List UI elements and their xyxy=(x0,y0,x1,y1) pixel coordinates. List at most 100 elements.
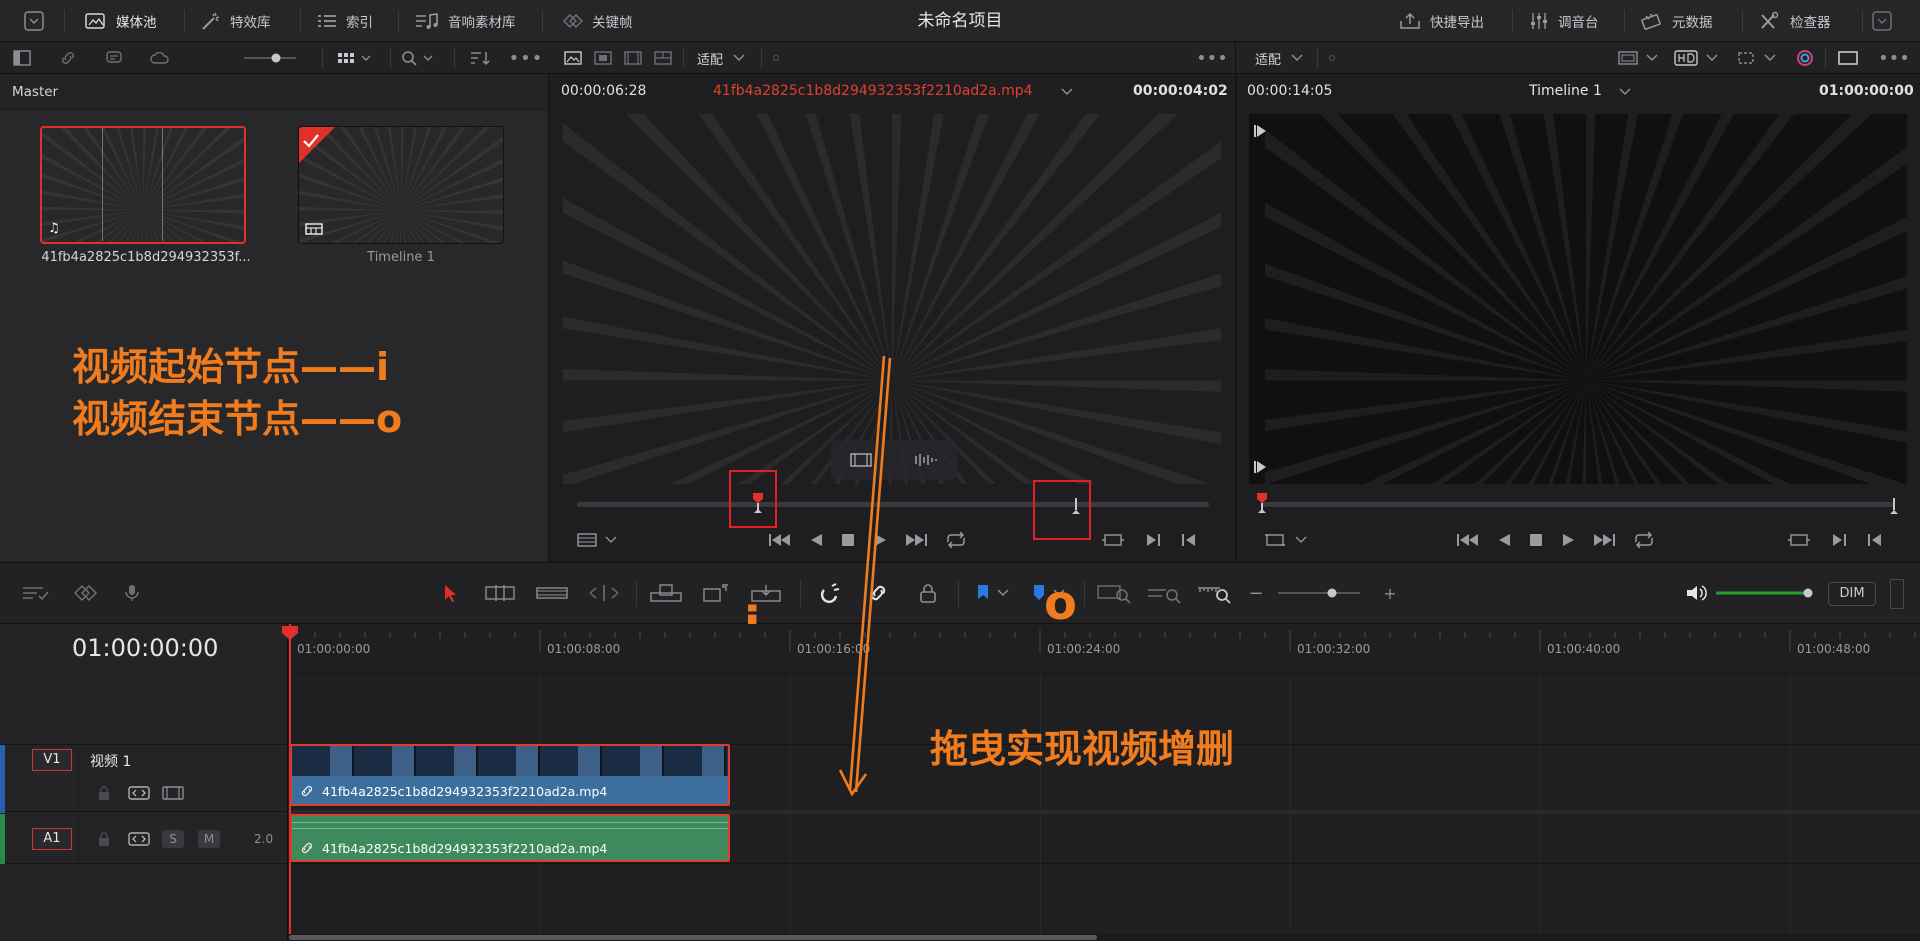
options-menu-button[interactable] xyxy=(1872,0,1892,42)
track-name-v1[interactable]: 视频 1 xyxy=(90,751,131,771)
dynamic-trim-button[interactable] xyxy=(532,577,572,609)
skip-to-start-icon[interactable] xyxy=(1455,532,1481,548)
auto-select-icon[interactable] xyxy=(128,831,150,847)
chevron-down-icon[interactable] xyxy=(1619,88,1631,96)
blade-tool-button[interactable] xyxy=(584,577,624,609)
timeline-scrollbar-thumb[interactable] xyxy=(289,935,1097,940)
multicam-icon[interactable] xyxy=(651,42,675,74)
loop-icon[interactable] xyxy=(943,532,969,548)
more-options-icon[interactable]: ••• xyxy=(1195,42,1229,74)
lock-icon[interactable] xyxy=(96,785,112,801)
first-frame-icon[interactable] xyxy=(1253,124,1267,138)
sound-library-tab[interactable]: 音响素材库 xyxy=(414,0,516,42)
link-clips-button[interactable] xyxy=(54,42,82,74)
track-id-a1[interactable]: A1 xyxy=(32,828,72,850)
subtitle-button[interactable] xyxy=(100,42,128,74)
mark-in-icon[interactable] xyxy=(1181,532,1197,548)
media-pool-tab[interactable]: 媒体池 xyxy=(84,0,157,42)
skip-to-start-icon[interactable] xyxy=(767,532,793,548)
transform-dropdown[interactable] xyxy=(1731,42,1781,74)
playhead-marker-icon[interactable] xyxy=(1255,491,1269,519)
match-frame-icon[interactable] xyxy=(1787,532,1811,548)
timeline-toolbar: − + DIM i o xyxy=(0,562,1920,649)
audio-clip[interactable]: 41fb4a2825c1b8d294932353f2210ad2a.mp4 xyxy=(290,814,730,862)
playback-quality-dropdown[interactable] xyxy=(1669,42,1723,74)
effects-tab[interactable]: 特效库 xyxy=(200,0,271,42)
thumbnail-size-slider[interactable] xyxy=(238,42,302,74)
position-lock-button[interactable] xyxy=(912,577,944,609)
zoom-detail-button[interactable] xyxy=(1144,577,1184,609)
color-wheel-button[interactable] xyxy=(1793,42,1817,74)
quick-export-button[interactable]: 快捷导出 xyxy=(1398,0,1484,42)
source-zoom-dropdown[interactable]: 适配 xyxy=(689,42,753,74)
safe-area-icon[interactable] xyxy=(591,42,615,74)
track-id-v1[interactable]: V1 xyxy=(32,749,72,771)
media-clip-thumbnail[interactable]: ♫ xyxy=(40,126,246,244)
program-timeline-name[interactable]: Timeline 1 xyxy=(1529,83,1602,99)
program-view-mode[interactable] xyxy=(1265,532,1307,548)
mark-in-icon[interactable] xyxy=(1867,532,1883,548)
zoom-in-icon[interactable]: + xyxy=(1380,577,1400,609)
grid-view-button[interactable] xyxy=(334,42,378,74)
match-frame-icon[interactable] xyxy=(1101,532,1125,548)
search-button[interactable] xyxy=(398,42,442,74)
timeline-playhead[interactable] xyxy=(289,624,291,936)
more-options-icon[interactable]: ••• xyxy=(508,42,544,74)
insert-clip-button[interactable] xyxy=(646,577,686,609)
track-visibility-icon[interactable] xyxy=(162,785,184,801)
loop-icon[interactable] xyxy=(1631,532,1657,548)
mark-out-icon[interactable] xyxy=(1145,532,1161,548)
play-reverse-icon[interactable] xyxy=(1495,532,1513,548)
video-clip[interactable]: 41fb4a2825c1b8d294932353f2210ad2a.mp4 xyxy=(290,744,730,806)
chevron-down-icon[interactable] xyxy=(1061,88,1073,96)
stop-icon[interactable] xyxy=(1527,532,1545,548)
auto-select-icon[interactable] xyxy=(128,785,150,801)
workspace-menu-button[interactable] xyxy=(24,0,44,42)
last-frame-icon[interactable] xyxy=(1253,460,1267,474)
solo-button[interactable]: S xyxy=(162,830,184,848)
toggle-bin-list-button[interactable] xyxy=(8,42,36,74)
dim-button[interactable]: DIM xyxy=(1828,582,1876,606)
selection-tool-button[interactable] xyxy=(436,577,464,609)
lock-icon[interactable] xyxy=(96,831,112,847)
flag-dropdown[interactable] xyxy=(970,577,1014,609)
source-clip-name[interactable]: 41fb4a2825c1b8d294932353f2210ad2a.mp4 xyxy=(713,83,1033,99)
zoom-out-icon[interactable]: − xyxy=(1246,577,1266,609)
timeline-thumbnail[interactable] xyxy=(298,126,504,244)
metadata-button[interactable]: 元数据 xyxy=(1640,0,1713,42)
volume-button[interactable] xyxy=(1682,577,1710,609)
cinema-mode-button[interactable] xyxy=(1833,42,1863,74)
program-video-frame xyxy=(1265,114,1907,484)
sort-button[interactable] xyxy=(464,42,496,74)
inspector-button[interactable]: 检查器 xyxy=(1758,0,1831,42)
volume-slider[interactable] xyxy=(1712,577,1816,609)
keyframes-tab[interactable]: 关键帧 xyxy=(558,0,633,42)
zoom-full-button[interactable] xyxy=(1094,577,1134,609)
trim-tool-button[interactable] xyxy=(480,577,520,609)
timeline-view-options-button[interactable] xyxy=(20,577,52,609)
cloud-button[interactable] xyxy=(146,42,174,74)
mute-button[interactable]: M xyxy=(198,830,220,848)
timeline-current-timecode[interactable]: 01:00:00:00 xyxy=(72,634,218,662)
skip-to-end-icon[interactable] xyxy=(1591,532,1617,548)
source-view-mode[interactable] xyxy=(577,532,617,548)
program-scrubber-bar[interactable] xyxy=(1261,502,1893,507)
playhead-handle-icon[interactable] xyxy=(280,624,300,642)
timeline-zoom-slider[interactable] xyxy=(1272,577,1366,609)
zoom-custom-button[interactable] xyxy=(1194,577,1234,609)
image-view-icon[interactable] xyxy=(561,42,585,74)
voiceover-button[interactable] xyxy=(120,577,152,609)
timeline-ruler[interactable]: 01:00:00:00 01:00:08:00 01:00:16:00 01:0… xyxy=(289,624,1920,674)
index-tab[interactable]: 索引 xyxy=(316,0,373,42)
waveform-icon[interactable] xyxy=(909,451,939,469)
play-icon[interactable] xyxy=(1559,532,1577,548)
overwrite-clip-button[interactable] xyxy=(696,577,736,609)
mark-out-icon[interactable] xyxy=(1831,532,1847,548)
mixer-button[interactable]: 调音台 xyxy=(1528,0,1599,42)
program-zoom-dropdown[interactable]: 适配 xyxy=(1247,42,1311,74)
more-options-icon[interactable]: ••• xyxy=(1877,42,1911,74)
safe-area-dropdown[interactable] xyxy=(1613,42,1663,74)
program-video-area[interactable] xyxy=(1249,114,1907,484)
dual-view-icon[interactable] xyxy=(621,42,645,74)
keyframe-toggle-button[interactable] xyxy=(70,577,102,609)
